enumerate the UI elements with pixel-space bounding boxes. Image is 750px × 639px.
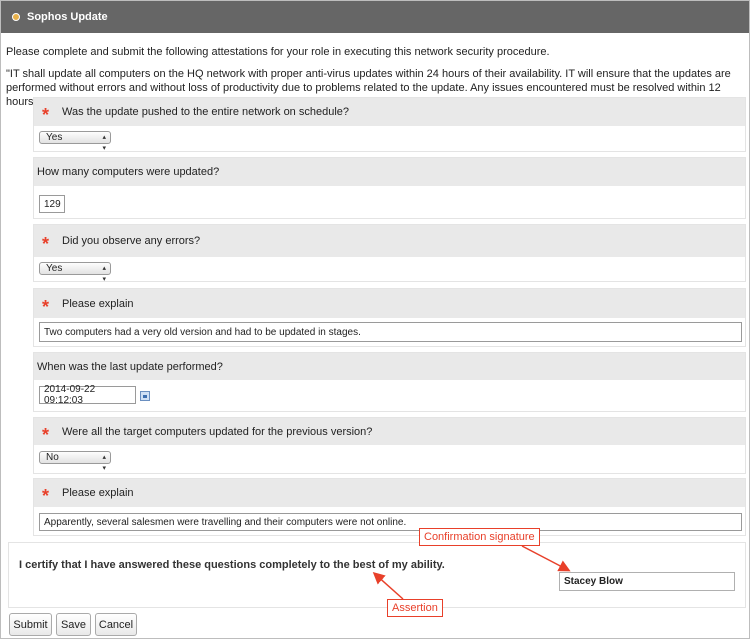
form-window: Sophos Update Please complete and submit… (0, 0, 750, 639)
callout-arrows (372, 545, 571, 600)
assertion-arrow (372, 572, 404, 600)
signature-arrow (521, 545, 571, 572)
